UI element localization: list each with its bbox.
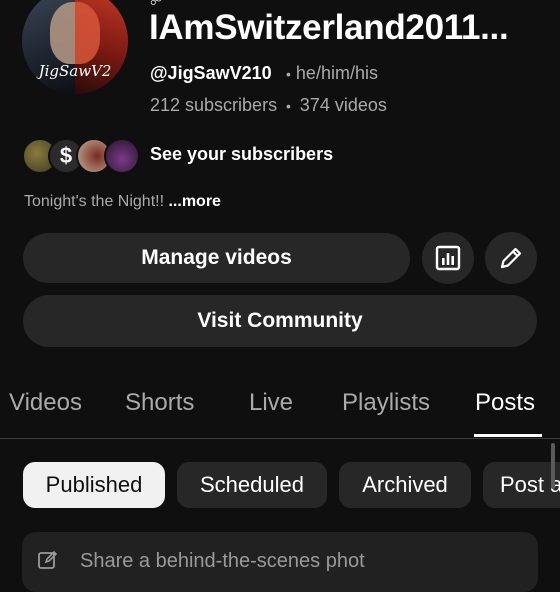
post-composer[interactable]: Share a behind-the-scenes phot <box>22 532 538 592</box>
tab-shorts[interactable]: Shorts <box>125 389 194 417</box>
channel-tabs: Videos Shorts Live Playlists Posts <box>0 380 560 439</box>
edit-button[interactable] <box>485 232 537 284</box>
more-link[interactable]: ...more <box>168 193 220 210</box>
channel-description[interactable]: Tonight's the Night!! ...more <box>24 193 221 211</box>
filter-scheduled[interactable]: Scheduled <box>177 462 327 508</box>
subscriber-count: 212 subscribers <box>150 95 278 115</box>
avatar-caption: JigSawV2 <box>38 62 112 80</box>
channel-stats: 212 subscribers • 374 videos <box>150 95 387 115</box>
channel-pronouns: • he/him/his <box>286 63 378 83</box>
link-icon: ☍ <box>150 0 163 8</box>
subscriber-avatars[interactable]: $ <box>22 138 142 174</box>
edit-post-icon <box>38 550 58 569</box>
tab-videos[interactable]: Videos <box>9 389 82 417</box>
manage-videos-button[interactable]: Manage videos <box>23 233 410 283</box>
filter-archived[interactable]: Archived <box>339 462 471 508</box>
visit-community-button[interactable]: Visit Community <box>23 295 537 347</box>
subscriber-avatar <box>104 138 140 174</box>
tab-playlists[interactable]: Playlists <box>342 389 430 417</box>
channel-handle: @JigSawV210 <box>150 63 272 83</box>
channel-avatar[interactable]: JigSawV2 <box>22 0 128 94</box>
composer-placeholder: Share a behind-the-scenes phot <box>80 550 365 572</box>
analytics-button[interactable] <box>422 232 474 284</box>
channel-name[interactable]: IAmSwitzerland2011... <box>149 8 509 48</box>
active-tab-indicator <box>474 434 542 437</box>
tab-live[interactable]: Live <box>249 389 293 417</box>
analytics-icon <box>435 245 461 271</box>
filter-published[interactable]: Published <box>23 462 165 508</box>
tab-posts[interactable]: Posts <box>475 389 535 417</box>
see-subscribers-link[interactable]: See your subscribers <box>150 144 333 165</box>
pencil-icon <box>500 247 522 269</box>
filter-post-a[interactable]: Post a <box>483 462 560 508</box>
video-count: 374 videos <box>299 95 387 115</box>
scrollbar[interactable] <box>551 443 555 489</box>
